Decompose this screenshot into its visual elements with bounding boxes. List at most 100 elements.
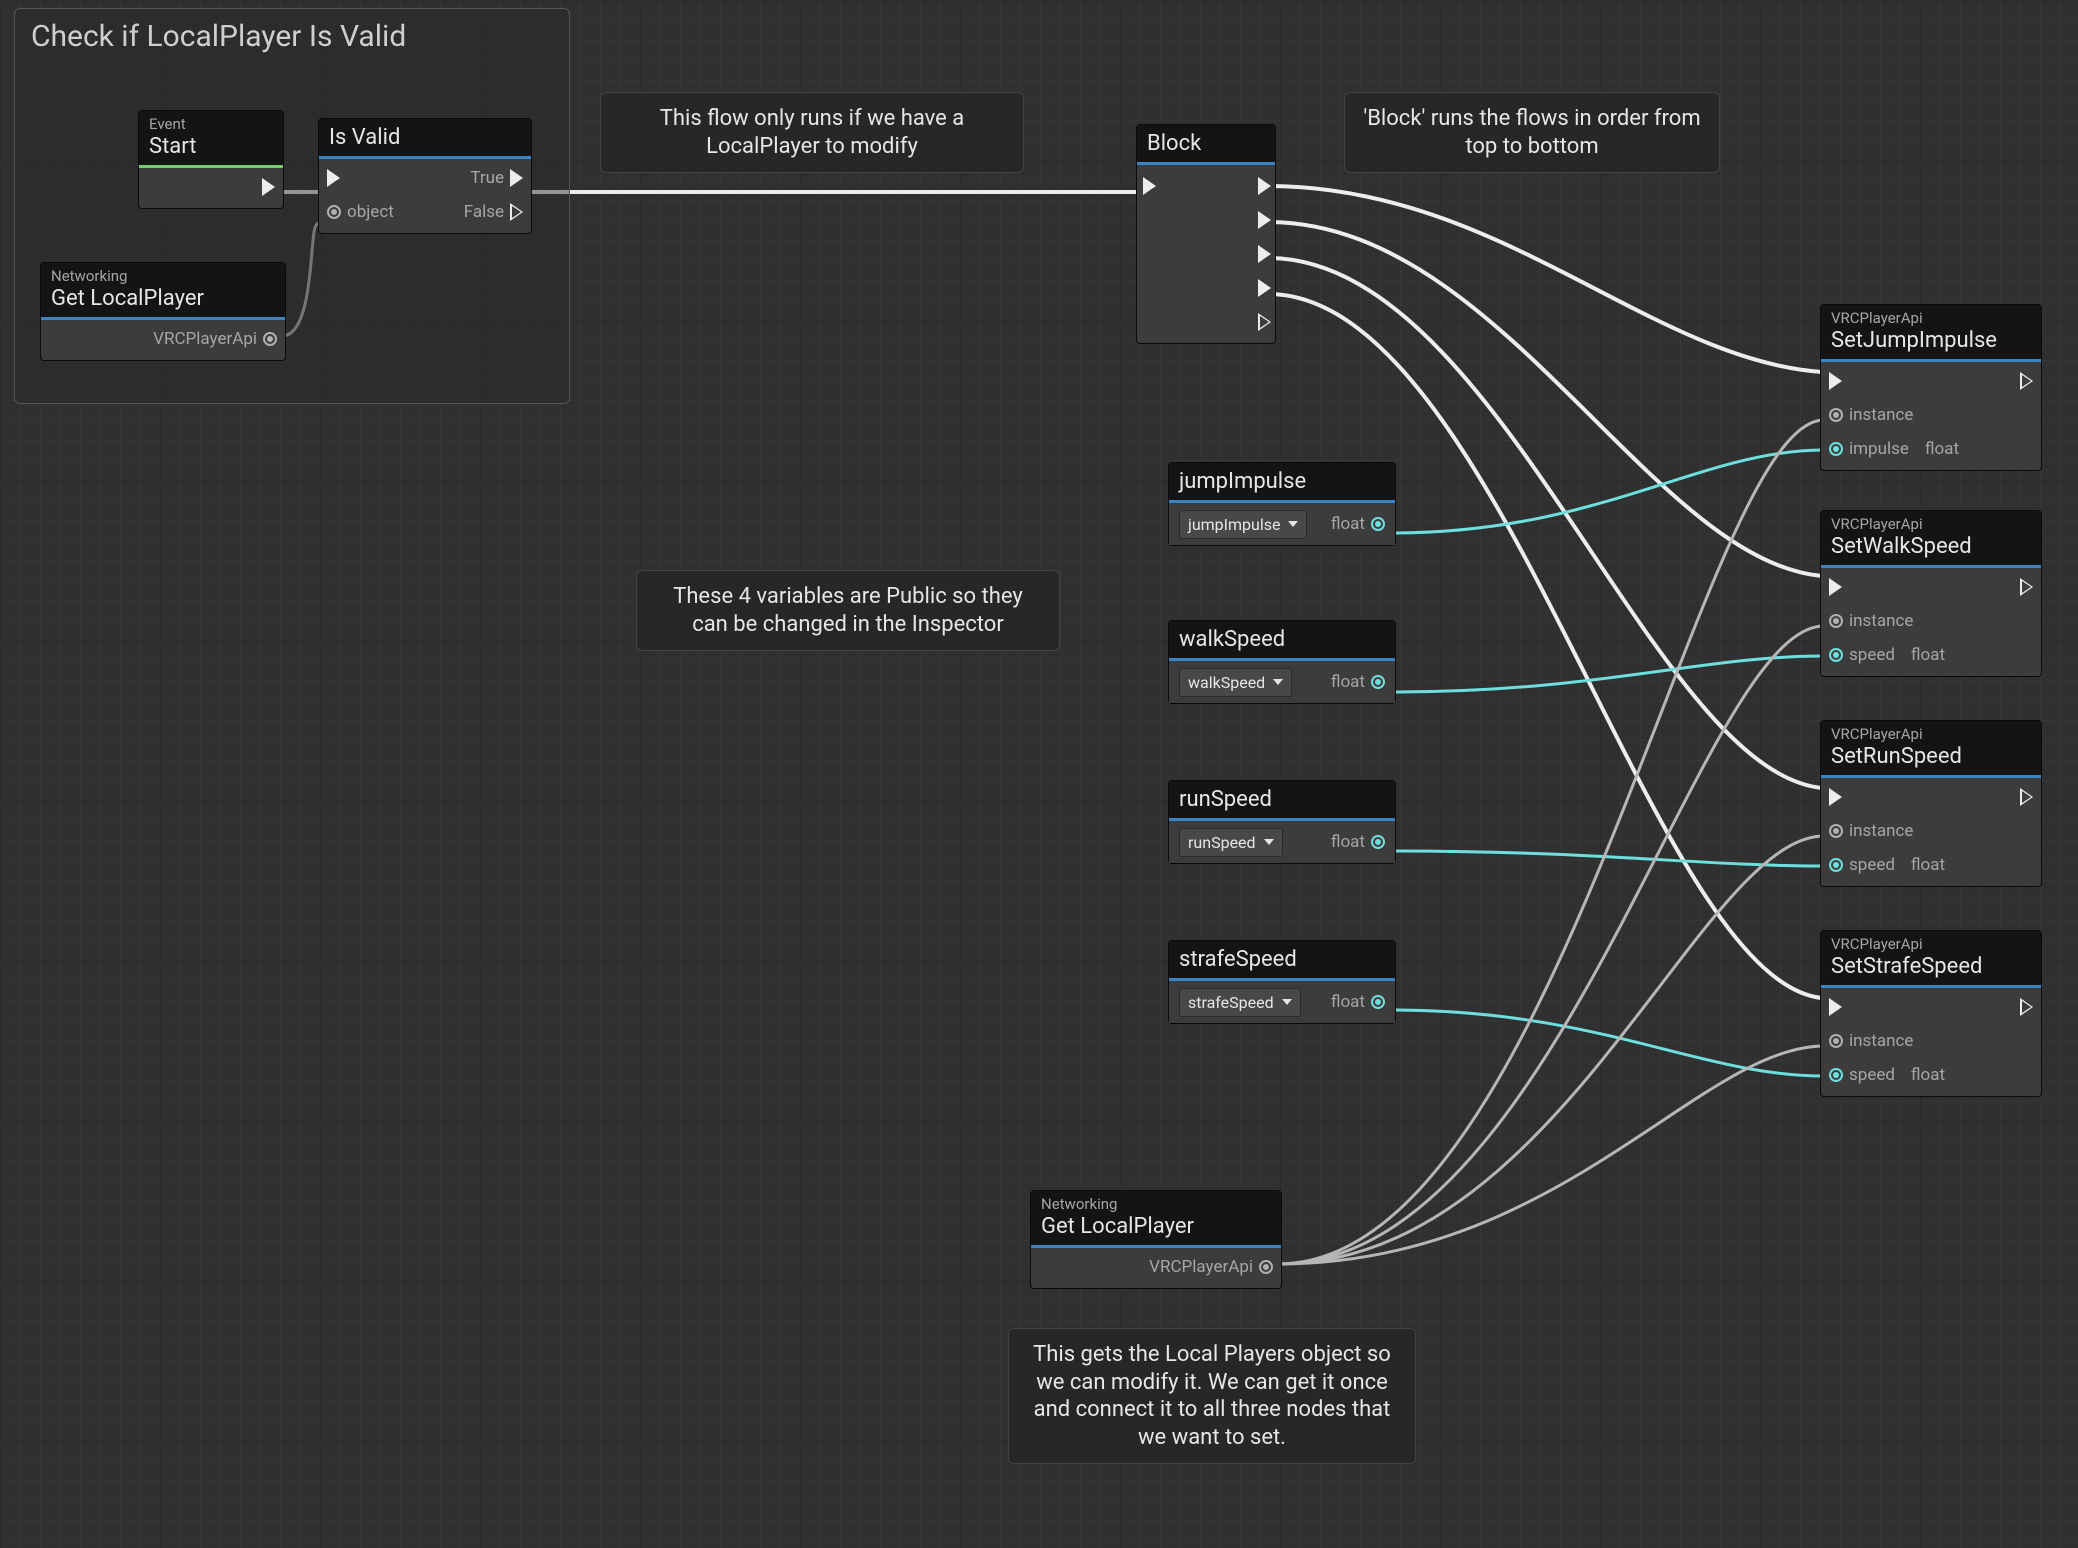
exec-in-icon[interactable] xyxy=(1143,177,1156,195)
comment-block-order[interactable]: 'Block' runs the flows in order from top… xyxy=(1344,92,1720,173)
node-supertitle: Networking xyxy=(51,269,275,284)
port-label: speed xyxy=(1849,645,1895,665)
node-set-run[interactable]: VRCPlayerApi SetRunSpeed instance speed … xyxy=(1820,720,2042,887)
node-var-strafespeed[interactable]: strafeSpeed strafeSpeed float xyxy=(1168,940,1396,1024)
exec-out-icon[interactable] xyxy=(2020,998,2033,1016)
node-title: SetRunSpeed xyxy=(1831,744,2031,769)
node-is-valid[interactable]: Is Valid object True False xyxy=(318,118,532,234)
port-label: instance xyxy=(1849,611,1913,631)
node-title: jumpImpulse xyxy=(1179,469,1385,494)
port-in-icon[interactable] xyxy=(327,205,341,219)
node-title: Get LocalPlayer xyxy=(51,286,275,311)
port-out-icon[interactable] xyxy=(1371,835,1385,849)
port-out-icon[interactable] xyxy=(1259,1260,1273,1274)
comment-flow-runs[interactable]: This flow only runs if we have a LocalPl… xyxy=(600,92,1024,173)
port-type: float xyxy=(1331,672,1365,692)
port-label: object xyxy=(347,202,394,222)
variable-dropdown[interactable]: strafeSpeed xyxy=(1179,988,1301,1017)
comment-get-local-explain[interactable]: This gets the Local Players object so we… xyxy=(1008,1328,1416,1464)
port-label: True xyxy=(470,168,504,188)
node-title: walkSpeed xyxy=(1179,627,1385,652)
variable-dropdown[interactable]: walkSpeed xyxy=(1179,668,1292,697)
port-in-icon[interactable] xyxy=(1829,442,1843,456)
exec-in-icon[interactable] xyxy=(327,169,340,187)
port-type: float xyxy=(1911,645,1945,665)
port-out-icon[interactable] xyxy=(1371,995,1385,1009)
port-type: float xyxy=(1911,855,1945,875)
dropdown-label: strafeSpeed xyxy=(1188,993,1274,1012)
node-set-strafe[interactable]: VRCPlayerApi SetStrafeSpeed instance spe… xyxy=(1820,930,2042,1097)
exec-in-icon[interactable] xyxy=(1829,372,1842,390)
port-in-icon[interactable] xyxy=(1829,824,1843,838)
port-label: instance xyxy=(1849,405,1913,425)
node-get-localplayer-1[interactable]: Networking Get LocalPlayer VRCPlayerApi xyxy=(40,262,286,361)
node-var-runspeed[interactable]: runSpeed runSpeed float xyxy=(1168,780,1396,864)
port-label: speed xyxy=(1849,1065,1895,1085)
node-supertitle: Event xyxy=(149,117,273,132)
port-in-icon[interactable] xyxy=(1829,408,1843,422)
node-title: Start xyxy=(149,134,273,159)
node-set-walk[interactable]: VRCPlayerApi SetWalkSpeed instance speed… xyxy=(1820,510,2042,677)
dropdown-label: jumpImpulse xyxy=(1188,515,1280,534)
graph-canvas[interactable]: Check if LocalPlayer Is Valid Event Star… xyxy=(0,0,2078,1548)
node-supertitle: VRCPlayerApi xyxy=(1831,311,2031,326)
chevron-down-icon xyxy=(1273,679,1283,685)
exec-out-icon[interactable] xyxy=(1258,313,1271,331)
comment-text: This gets the Local Players object so we… xyxy=(1033,1342,1391,1450)
chevron-down-icon xyxy=(1264,839,1274,845)
node-set-jump[interactable]: VRCPlayerApi SetJumpImpulse instance imp… xyxy=(1820,304,2042,471)
port-type: float xyxy=(1911,1065,1945,1085)
node-title: strafeSpeed xyxy=(1179,947,1385,972)
exec-in-icon[interactable] xyxy=(1829,578,1842,596)
port-in-icon[interactable] xyxy=(1829,1034,1843,1048)
node-supertitle: VRCPlayerApi xyxy=(1831,517,2031,532)
exec-out-icon[interactable] xyxy=(262,178,275,196)
chevron-down-icon xyxy=(1282,999,1292,1005)
node-title: runSpeed xyxy=(1179,787,1385,812)
port-in-icon[interactable] xyxy=(1829,1068,1843,1082)
variable-dropdown[interactable]: runSpeed xyxy=(1179,828,1283,857)
port-out-icon[interactable] xyxy=(1371,675,1385,689)
port-label: VRCPlayerApi xyxy=(153,329,257,349)
port-type: float xyxy=(1331,832,1365,852)
exec-out-icon[interactable] xyxy=(1258,279,1271,297)
exec-out-icon[interactable] xyxy=(1258,177,1271,195)
node-title: SetStrafeSpeed xyxy=(1831,954,2031,979)
exec-out-icon[interactable] xyxy=(1258,211,1271,229)
port-type: float xyxy=(1331,514,1365,534)
node-title: Is Valid xyxy=(329,125,521,150)
exec-out-icon[interactable] xyxy=(2020,578,2033,596)
port-label: VRCPlayerApi xyxy=(1149,1257,1253,1277)
exec-out-icon[interactable] xyxy=(2020,372,2033,390)
variable-dropdown[interactable]: jumpImpulse xyxy=(1179,510,1307,539)
port-label: instance xyxy=(1849,821,1913,841)
node-supertitle: VRCPlayerApi xyxy=(1831,727,2031,742)
port-in-icon[interactable] xyxy=(1829,614,1843,628)
port-in-icon[interactable] xyxy=(1829,648,1843,662)
node-var-jumpimpulse[interactable]: jumpImpulse jumpImpulse float xyxy=(1168,462,1396,546)
node-var-walkspeed[interactable]: walkSpeed walkSpeed float xyxy=(1168,620,1396,704)
group-title: Check if LocalPlayer Is Valid xyxy=(15,9,569,60)
comment-public-vars[interactable]: These 4 variables are Public so they can… xyxy=(636,570,1060,651)
node-title: Get LocalPlayer xyxy=(1041,1214,1271,1239)
exec-out-icon[interactable] xyxy=(2020,788,2033,806)
port-type: float xyxy=(1331,992,1365,1012)
port-out-icon[interactable] xyxy=(263,332,277,346)
exec-in-icon[interactable] xyxy=(1829,998,1842,1016)
port-label: False xyxy=(464,202,504,222)
node-block[interactable]: Block xyxy=(1136,124,1276,344)
port-out-icon[interactable] xyxy=(1371,517,1385,531)
node-title: SetJumpImpulse xyxy=(1831,328,2031,353)
exec-out-icon[interactable] xyxy=(510,203,523,221)
exec-out-icon[interactable] xyxy=(510,169,523,187)
port-label: instance xyxy=(1849,1031,1913,1051)
exec-out-icon[interactable] xyxy=(1258,245,1271,263)
exec-in-icon[interactable] xyxy=(1829,788,1842,806)
dropdown-label: walkSpeed xyxy=(1188,673,1265,692)
node-title: SetWalkSpeed xyxy=(1831,534,2031,559)
node-get-localplayer-2[interactable]: Networking Get LocalPlayer VRCPlayerApi xyxy=(1030,1190,1282,1289)
port-in-icon[interactable] xyxy=(1829,858,1843,872)
node-start[interactable]: Event Start xyxy=(138,110,284,209)
chevron-down-icon xyxy=(1288,521,1298,527)
node-supertitle: VRCPlayerApi xyxy=(1831,937,2031,952)
